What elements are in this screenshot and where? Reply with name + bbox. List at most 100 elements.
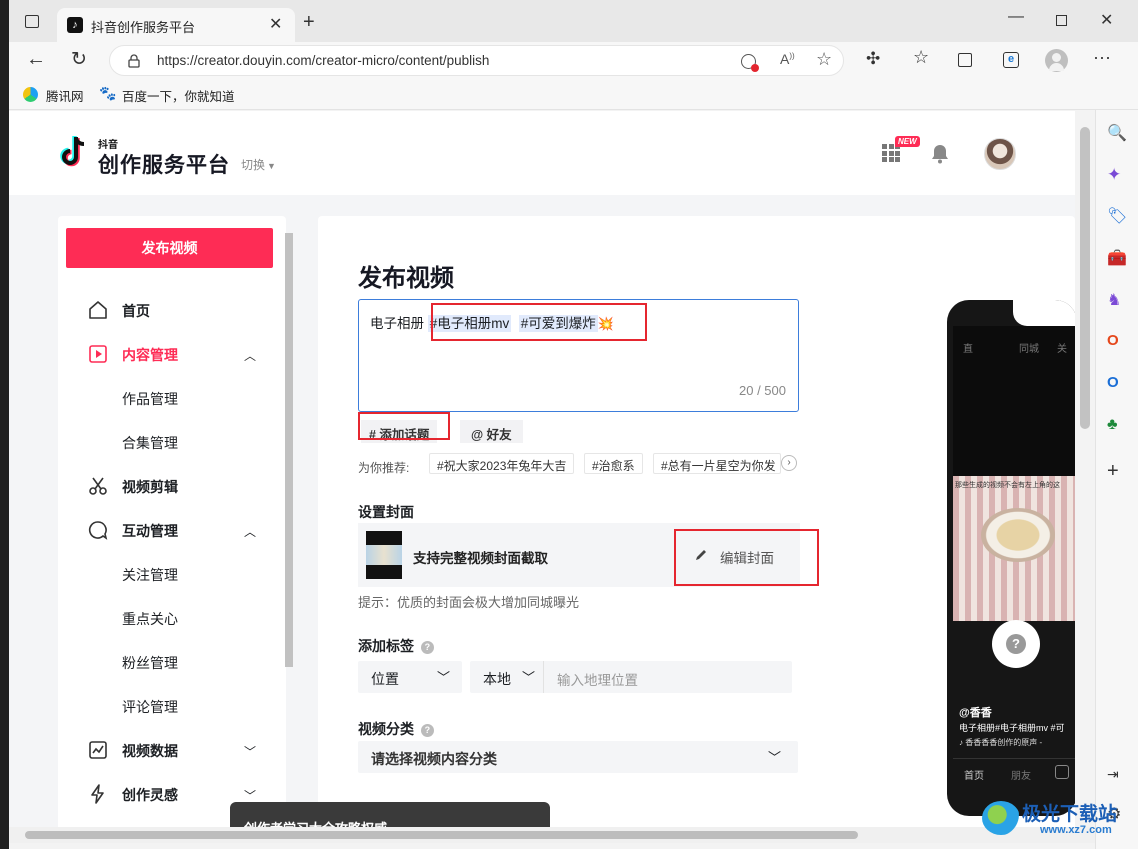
- user-avatar[interactable]: [984, 138, 1016, 170]
- category-section-title: 视频分类 ?: [358, 719, 434, 739]
- add-sidebar-icon[interactable]: +: [1107, 460, 1129, 482]
- tracking-blocked-icon[interactable]: [741, 54, 759, 72]
- nav-item-works[interactable]: 作品管理: [58, 376, 286, 420]
- collections-icon[interactable]: [958, 53, 972, 67]
- favorites-bar: 腾讯网 🐾 百度一下，你就知道: [9, 80, 1138, 110]
- video-photo: [981, 508, 1055, 562]
- favorites-icon[interactable]: ☆: [913, 47, 929, 68]
- tools-icon[interactable]: 🧰: [1107, 248, 1129, 270]
- nav-item-home[interactable]: 首页: [58, 288, 286, 332]
- nav-item-comments[interactable]: 评论管理: [58, 684, 286, 728]
- cover-thumbnail[interactable]: [366, 531, 402, 579]
- nav-item-content-management[interactable]: 内容管理 ︿: [58, 332, 286, 376]
- chevron-down-icon: ﹀: [522, 670, 536, 685]
- edge-bar-icon[interactable]: e: [1003, 52, 1019, 68]
- chevron-right-icon[interactable]: ›: [781, 455, 797, 471]
- refresh-icon[interactable]: ↻: [71, 48, 87, 71]
- address-bar[interactable]: https://creator.douyin.com/creator-micro…: [109, 45, 844, 76]
- office-icon[interactable]: O: [1107, 332, 1129, 354]
- tag-section-title: 添加标签 ?: [358, 636, 434, 656]
- read-aloud-icon[interactable]: A)): [780, 51, 795, 67]
- outlook-icon[interactable]: O: [1107, 374, 1129, 396]
- help-icon[interactable]: ?: [420, 640, 434, 654]
- nav-label: 互动管理: [122, 523, 178, 539]
- cover-tip: 提示：优质的封面会极大增加同城曝光: [358, 595, 580, 610]
- more-menu-icon[interactable]: ···: [1093, 47, 1111, 68]
- live-icon: 直: [963, 344, 973, 355]
- category-section-label: 视频分类: [358, 721, 414, 737]
- nav-scrollbar[interactable]: [285, 233, 293, 667]
- category-select[interactable]: 请选择视频内容分类 ﹀: [358, 741, 798, 773]
- location-type-select[interactable]: 位置 ﹀: [358, 661, 462, 693]
- horizontal-scrollbar-thumb[interactable]: [25, 831, 858, 839]
- location-input[interactable]: 输入地理位置: [543, 661, 792, 693]
- phone-add-icon: [1055, 765, 1069, 779]
- nav-item-video-editing[interactable]: 视频剪辑: [58, 464, 286, 508]
- nav-label: 粉丝管理: [122, 655, 178, 671]
- nav-item-key-care[interactable]: 重点关心: [58, 596, 286, 640]
- bookmark-label: 百度一下，你就知道: [122, 90, 235, 104]
- nav-label: 创作灵感: [122, 787, 178, 803]
- maximize-icon[interactable]: [1056, 15, 1067, 26]
- watermark-site: www.xz7.com: [1040, 824, 1112, 836]
- mention-friend-button[interactable]: @ 好友: [460, 420, 523, 443]
- phone-username: @香香: [959, 707, 992, 719]
- horizontal-scrollbar: [9, 827, 1095, 843]
- phone-tab: 同城: [1019, 344, 1039, 355]
- publish-video-button[interactable]: 发布视频: [66, 228, 273, 268]
- category-placeholder: 请选择视频内容分类: [371, 751, 497, 767]
- nav-item-fans[interactable]: 粉丝管理: [58, 640, 286, 684]
- games-icon[interactable]: ♞: [1107, 290, 1129, 312]
- nav-label: 重点关心: [122, 611, 178, 627]
- chat-bubble-icon: [88, 521, 108, 540]
- nav-item-following[interactable]: 关注管理: [58, 552, 286, 596]
- region-select[interactable]: 本地 ﹀ 输入地理位置: [470, 661, 792, 693]
- char-counter: 20 / 500: [739, 383, 786, 398]
- close-tab-icon[interactable]: ✕: [269, 14, 282, 34]
- cover-support-text: 支持完整视频封面截取: [413, 551, 548, 566]
- tab-actions-icon[interactable]: [25, 15, 39, 28]
- scissors-icon: [89, 477, 107, 495]
- tab-douyin[interactable]: ♪ 抖音创作服务平台 ✕: [57, 8, 295, 42]
- edge-sidebar: 🔍 ✦ 🏷 🧰 ♞ O O ♣ + ⇥ ⚙: [1095, 110, 1138, 849]
- address-toolbar: ← ↻ https://creator.douyin.com/creator-m…: [9, 42, 1138, 80]
- douyin-favicon-icon: ♪: [67, 17, 83, 33]
- video-caption: 那些生成的视频不会有左上角的这: [955, 482, 1060, 489]
- play-help-button[interactable]: ?: [992, 620, 1040, 668]
- recommend-chip[interactable]: #总有一片星空为你发: [653, 453, 781, 474]
- nav-item-interaction[interactable]: 互动管理 ︿: [58, 508, 286, 552]
- page-scrollbar-thumb[interactable]: [1080, 127, 1090, 429]
- tree-icon[interactable]: ♣: [1107, 416, 1129, 438]
- help-icon[interactable]: ?: [420, 723, 434, 737]
- new-tab-icon[interactable]: +: [303, 11, 315, 34]
- toast-popup[interactable]: 创作者学习大全攻略权威: [230, 802, 550, 827]
- annotation-box-add-topic: [358, 412, 450, 440]
- switch-dropdown[interactable]: 切换 ▼: [241, 156, 276, 173]
- hide-sidebar-icon[interactable]: ⇥: [1107, 766, 1129, 788]
- recommend-chip[interactable]: #治愈系: [584, 453, 643, 474]
- nav-item-collections[interactable]: 合集管理: [58, 420, 286, 464]
- copilot-sparkle-icon[interactable]: ✦: [1107, 165, 1129, 187]
- chevron-down-icon: ﹀: [244, 745, 257, 759]
- shopping-tag-icon[interactable]: 🏷: [1107, 206, 1129, 228]
- nav-label: 作品管理: [122, 391, 178, 407]
- back-icon[interactable]: ←: [26, 48, 46, 71]
- profile-avatar-icon[interactable]: [1045, 49, 1068, 72]
- browser-window: ♪ 抖音创作服务平台 ✕ + — ✕ ← ↻ https://creator.d…: [9, 0, 1138, 849]
- add-favorite-icon[interactable]: ☆: [816, 49, 832, 70]
- chevron-down-icon: ﹀: [768, 750, 782, 765]
- search-icon[interactable]: 🔍: [1107, 123, 1129, 145]
- notification-bell-icon[interactable]: [931, 144, 949, 164]
- url-text[interactable]: https://creator.douyin.com/creator-micro…: [157, 53, 489, 68]
- page-scrollbar-track: [1075, 111, 1095, 827]
- recommend-chip[interactable]: #祝大家2023年兔年大吉: [429, 453, 575, 474]
- minimize-icon[interactable]: —: [1008, 8, 1024, 26]
- nav-item-video-data[interactable]: 视频数据 ﹀: [58, 728, 286, 772]
- nav-label: 评论管理: [122, 699, 178, 715]
- publish-video-label: 发布视频: [141, 240, 198, 256]
- nav-label: 内容管理: [122, 347, 178, 363]
- lightning-icon: [91, 784, 104, 804]
- extensions-icon[interactable]: ✣: [866, 49, 880, 69]
- tag-section-label: 添加标签: [358, 638, 414, 654]
- close-window-icon[interactable]: ✕: [1100, 10, 1113, 30]
